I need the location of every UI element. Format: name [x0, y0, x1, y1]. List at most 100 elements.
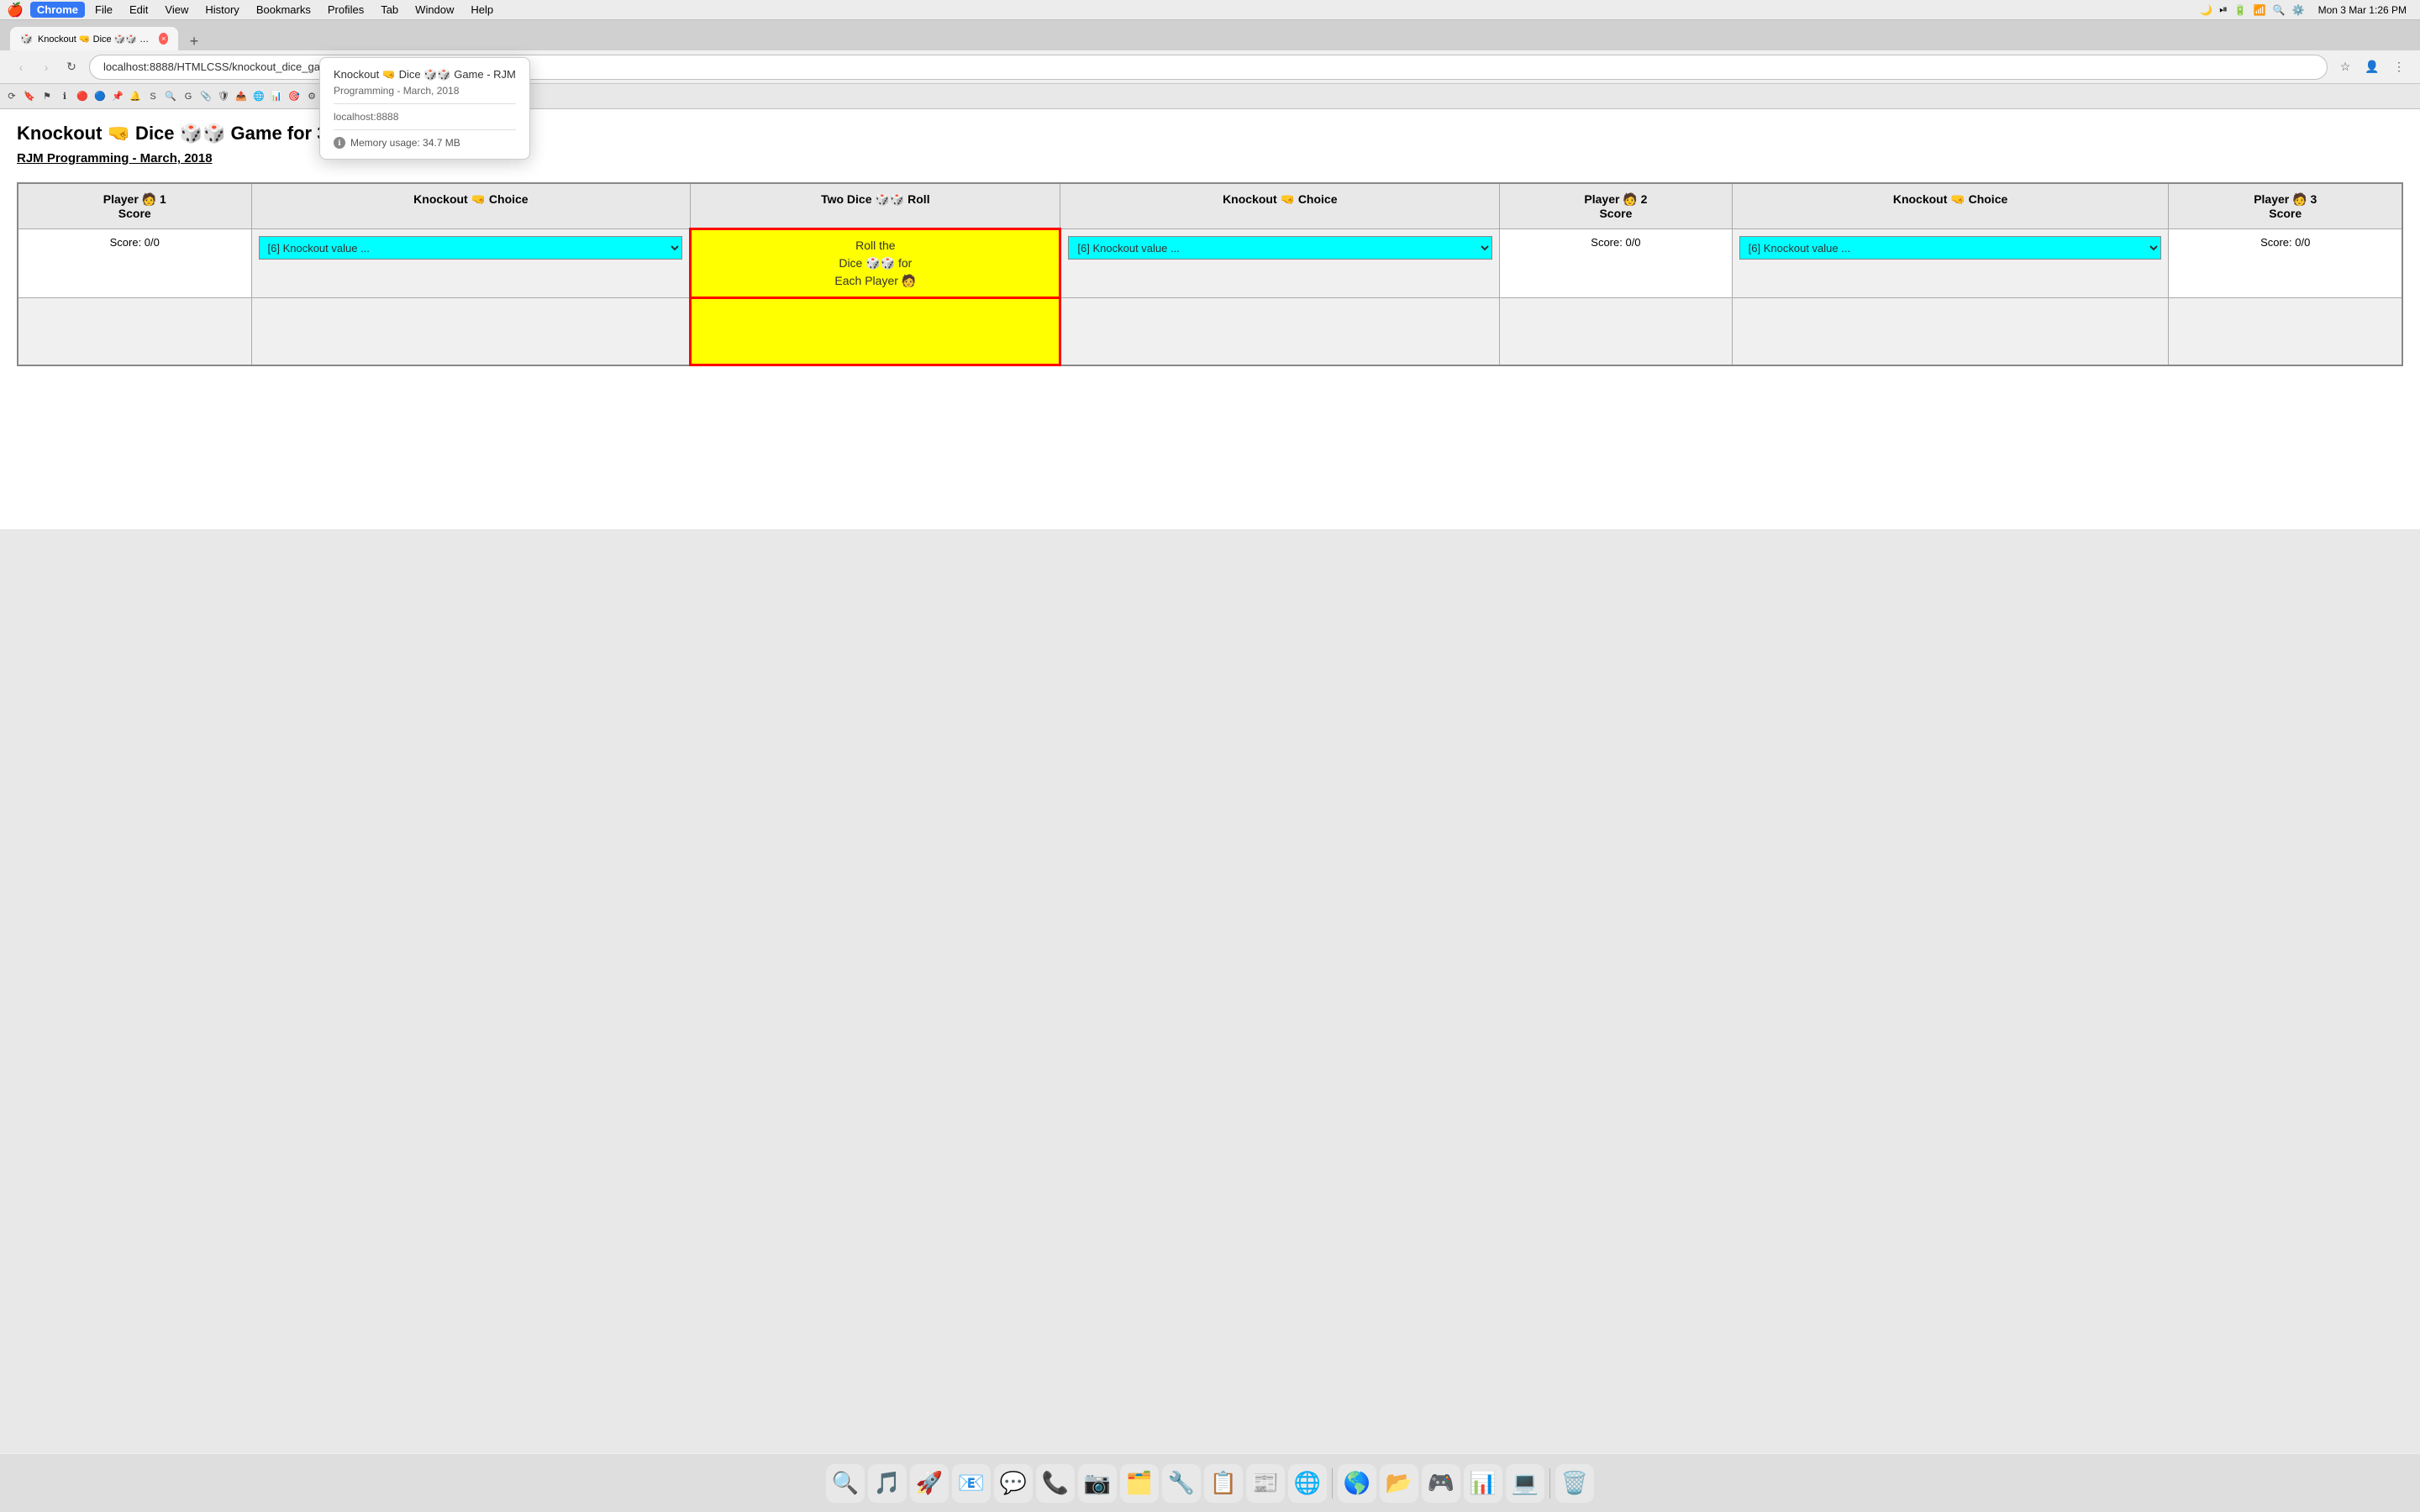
- dock-game[interactable]: 🎮: [1422, 1464, 1460, 1503]
- address-nav: ‹ › ↻: [10, 56, 82, 78]
- dock-folder[interactable]: 📂: [1380, 1464, 1418, 1503]
- control-center-icon[interactable]: ⚙️: [2292, 4, 2305, 16]
- player2-score-cell: Score: 0/0: [1500, 229, 1733, 298]
- dock-photos[interactable]: 📷: [1078, 1464, 1117, 1503]
- empty-cell-6: [1732, 298, 2169, 365]
- toolbar-icon-8[interactable]: 🔔: [127, 88, 144, 105]
- toolbar-icon-10[interactable]: 🔍: [162, 88, 179, 105]
- toolbar-icon-5[interactable]: 🔴: [74, 88, 91, 105]
- menu-tab[interactable]: Tab: [374, 2, 405, 18]
- toolbar-icon-7[interactable]: 📌: [109, 88, 126, 105]
- toolbar-icon-2[interactable]: 🔖: [21, 88, 38, 105]
- profile-icon[interactable]: 👤: [2361, 56, 2383, 78]
- header-knockout1-choice: Knockout 🤜 Choice: [251, 183, 691, 229]
- back-button[interactable]: ‹: [10, 56, 32, 78]
- menu-history[interactable]: History: [198, 2, 245, 18]
- toolbar-icon-1[interactable]: ⟳: [3, 88, 20, 105]
- table-row-empty: [18, 298, 2402, 365]
- tooltip-title: Knockout 🤜 Dice 🎲🎲 Game - RJM: [334, 68, 516, 81]
- empty-cell-7: [2169, 298, 2402, 365]
- menu-view[interactable]: View: [158, 2, 195, 18]
- menu-help[interactable]: Help: [464, 2, 500, 18]
- toolbar-icon-18[interactable]: ⚙: [303, 88, 320, 105]
- dock-trash[interactable]: 🗑️: [1555, 1464, 1594, 1503]
- reload-button[interactable]: ↻: [60, 56, 82, 78]
- tab-tooltip: Knockout 🤜 Dice 🎲🎲 Game - RJM Programmin…: [319, 57, 530, 160]
- apple-menu-icon[interactable]: 🍎: [7, 2, 24, 18]
- player1-score: Score: 0/0: [110, 236, 160, 249]
- dock-finder[interactable]: 🔍: [826, 1464, 865, 1503]
- dice-roll-cell[interactable]: Roll the Dice 🎲🎲 for Each Player 🧑: [691, 229, 1060, 298]
- knockout3-select[interactable]: [6] Knockout value ...: [1739, 236, 2162, 260]
- tooltip-divider2: [334, 129, 516, 130]
- toolbar-icon-13[interactable]: 🛡: [215, 88, 232, 105]
- toolbar-icon-14[interactable]: 📤: [233, 88, 250, 105]
- table-row: Score: 0/0 [6] Knockout value ... Roll t…: [18, 229, 2402, 298]
- forward-button[interactable]: ›: [35, 56, 57, 78]
- game-table: Player 🧑 1 Score Knockout 🤜 Choice Two D…: [17, 182, 2403, 366]
- toolbar-icon-6[interactable]: 🔵: [92, 88, 108, 105]
- knockout1-select[interactable]: [6] Knockout value ...: [259, 236, 683, 260]
- dock-separator-2: [1549, 1468, 1550, 1499]
- player1-score-cell: Score: 0/0: [18, 229, 251, 298]
- search-icon[interactable]: 🔍: [2273, 4, 2286, 16]
- menu-bookmarks[interactable]: Bookmarks: [250, 2, 318, 18]
- dock-chrome[interactable]: 🌎: [1338, 1464, 1376, 1503]
- toolbar-icon-9[interactable]: S: [145, 88, 161, 105]
- dock: 🔍 🎵 🚀 📧 💬 📞 📷 🗂️ 🔧 📋 📰 🌐 🌎 📂 🎮 📊 💻 🗑️: [0, 1453, 2420, 1512]
- knockout2-select[interactable]: [6] Knockout value ...: [1068, 236, 1492, 260]
- dock-messages[interactable]: 💬: [994, 1464, 1033, 1503]
- dock-mail[interactable]: 📧: [952, 1464, 991, 1503]
- tab-favicon: 🎲: [20, 33, 33, 45]
- tab-close-button[interactable]: ×: [159, 33, 168, 45]
- extensions-icon[interactable]: ⋮: [2388, 56, 2410, 78]
- new-tab-button[interactable]: +: [185, 32, 203, 50]
- menu-file[interactable]: File: [88, 2, 119, 18]
- player3-score-cell: Score: 0/0: [2169, 229, 2402, 298]
- dock-utilities[interactable]: 🔧: [1162, 1464, 1201, 1503]
- toolbar-icon-3[interactable]: ⚑: [39, 88, 55, 105]
- menu-chrome[interactable]: Chrome: [30, 2, 85, 18]
- dock-separator: [1332, 1468, 1333, 1499]
- menu-window[interactable]: Window: [408, 2, 460, 18]
- tooltip-divider: [334, 103, 516, 104]
- dock-files[interactable]: 🗂️: [1120, 1464, 1159, 1503]
- dock-music[interactable]: 🎵: [868, 1464, 907, 1503]
- menu-edit[interactable]: Edit: [123, 2, 155, 18]
- toolbar-icon-11[interactable]: G: [180, 88, 197, 105]
- dice-roll-content: Roll the Dice 🎲🎲 for Each Player 🧑: [698, 237, 1052, 290]
- bookmark-icon[interactable]: ☆: [2334, 56, 2356, 78]
- dock-notes[interactable]: 📋: [1204, 1464, 1243, 1503]
- header-player3-score: Player 🧑 3 Score: [2169, 183, 2402, 229]
- player2-score: Score: 0/0: [1591, 236, 1640, 249]
- toolbar-icon-12[interactable]: 📎: [197, 88, 214, 105]
- knockout3-choice-cell: [6] Knockout value ...: [1732, 229, 2169, 298]
- active-tab[interactable]: 🎲 Knockout 🤜 Dice 🎲🎲 Game - RJM ×: [10, 27, 178, 50]
- dock-safari[interactable]: 🌐: [1288, 1464, 1327, 1503]
- header-knockout2-choice: Knockout 🤜 Choice: [1060, 183, 1500, 229]
- dock-terminal[interactable]: 💻: [1506, 1464, 1544, 1503]
- header-two-dice-roll: Two Dice 🎲🎲 Roll: [691, 183, 1060, 229]
- tooltip-subtitle: Programming - March, 2018: [334, 85, 516, 97]
- empty-dice-cell: [691, 298, 1060, 365]
- tab-bar: 🎲 Knockout 🤜 Dice 🎲🎲 Game - RJM × + Knoc…: [0, 20, 2420, 50]
- battery-icon: 🔋: [2234, 4, 2247, 16]
- toolbar-icon-16[interactable]: 📊: [268, 88, 285, 105]
- toolbar-icon-17[interactable]: 🎯: [286, 88, 302, 105]
- tooltip-url: localhost:8888: [334, 111, 516, 123]
- dock-news[interactable]: 📰: [1246, 1464, 1285, 1503]
- toolbar-icon-4[interactable]: ℹ: [56, 88, 73, 105]
- dark-mode-icon[interactable]: 🌙: [2200, 4, 2212, 16]
- header-player1-score: Player 🧑 1 Score: [18, 183, 251, 229]
- dock-facetime[interactable]: 📞: [1036, 1464, 1075, 1503]
- player3-score: Score: 0/0: [2260, 236, 2310, 249]
- table-header-row: Player 🧑 1 Score Knockout 🤜 Choice Two D…: [18, 183, 2402, 229]
- media-icon: ⏯: [2219, 3, 2228, 16]
- dock-numbers[interactable]: 📊: [1464, 1464, 1502, 1503]
- dock-launchpad[interactable]: 🚀: [910, 1464, 949, 1503]
- page-content: Knockout 🤜 Dice 🎲🎲 Game for 3 👥 Winers 👥…: [0, 109, 2420, 529]
- toolbar-icon-15[interactable]: 🌐: [250, 88, 267, 105]
- menu-profiles[interactable]: Profiles: [321, 2, 371, 18]
- knockout2-choice-cell: [6] Knockout value ...: [1060, 229, 1500, 298]
- memory-icon: ℹ: [334, 137, 345, 149]
